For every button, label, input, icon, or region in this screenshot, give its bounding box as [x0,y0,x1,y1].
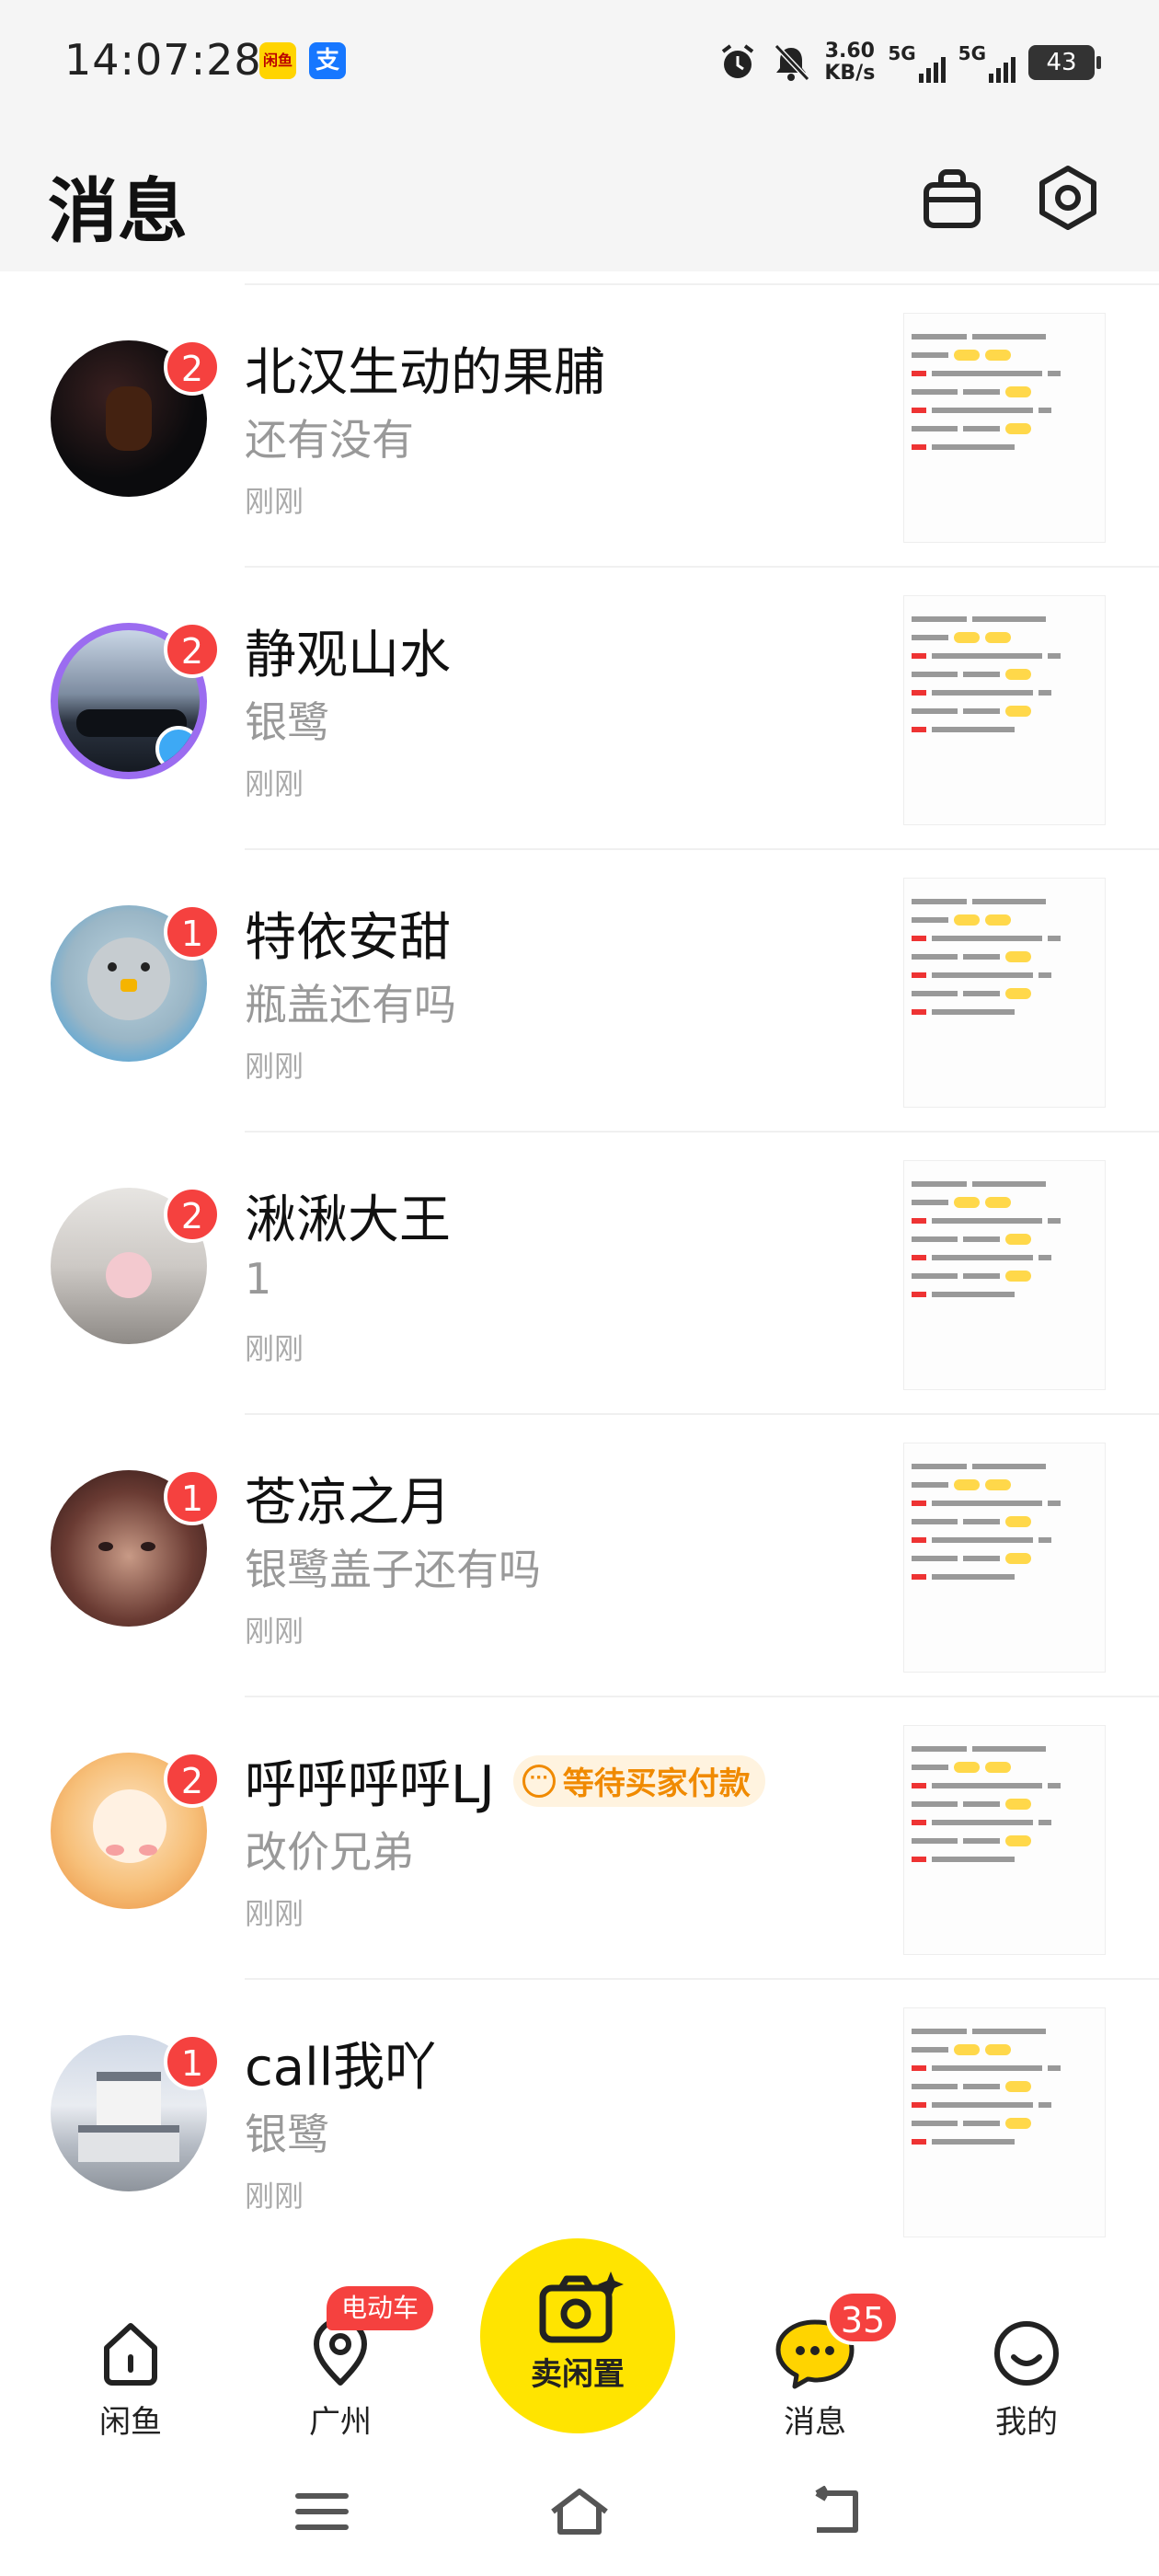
status-tag-label: 等待买家付款 [562,1765,751,1802]
settings-icon[interactable] [1027,156,1109,239]
page-header: 消息 [0,138,1159,271]
bottom-nav: 闲鱼 广州 电动车 卖闲置 消息 35 我的 [0,2238,1159,2452]
conversation-row[interactable]: 1 特依安甜 瓶盖还有吗 刚刚 [0,850,1159,1133]
alarm-icon [722,44,754,78]
message-time: 刚刚 [245,1331,304,1366]
last-message: 改价兄弟 [245,1827,414,1877]
last-message: 银鹭 [245,697,329,747]
menu-icon[interactable] [285,2479,359,2544]
contact-name: 北汉生动的果脯 [245,343,605,403]
back-icon[interactable] [800,2479,874,2544]
conversation-row[interactable]: 2 呼呼呼呼LJ ··· 等待买家付款 改价兄弟 刚刚 [0,1697,1159,1980]
system-nav-bar [0,2452,1159,2576]
more-dots-icon: ··· [522,1764,556,1798]
message-time: 刚刚 [245,2179,304,2214]
status-bar: 14:07:28 闲鱼 支 3.60 KB/s 5G 5G 43 [0,0,1159,138]
contact-name: 苍凉之月 [245,1473,451,1533]
last-message: 瓶盖还有吗 [245,980,456,1029]
nav-city[interactable]: 广州 [276,2312,405,2442]
nav-city-label: 广州 [309,2404,372,2441]
home-icon [89,2312,172,2395]
message-time: 刚刚 [245,1896,304,1931]
network-speed: 3.60 KB/s [824,40,876,85]
message-time: 刚刚 [245,1049,304,1084]
nav-home-label: 闲鱼 [99,2404,162,2441]
camera-icon [480,2238,675,2352]
status-tag: ··· 等待买家付款 [512,1754,765,1807]
item-thumbnail[interactable] [903,1160,1106,1390]
message-time: 刚刚 [245,1614,304,1649]
conversation-row[interactable]: 2 湫湫大王 1 刚刚 [0,1133,1159,1415]
ev-promo-badge: 电动车 [327,2286,434,2330]
last-message: 银鹭盖子还有吗 [245,1545,541,1594]
item-thumbnail[interactable] [903,2007,1106,2237]
xianyu-app-icon: 闲鱼 [259,42,296,79]
item-thumbnail[interactable] [903,1443,1106,1673]
last-message: 1 [245,1254,272,1304]
item-thumbnail[interactable] [903,595,1106,825]
unread-badge: 2 [164,621,221,678]
clock: 14:07:28 [64,35,262,85]
contact-name: 湫湫大王 [245,1190,451,1250]
contact-name: 呼呼呼呼LJ ··· 等待买家付款 [245,1743,765,1818]
contact-name: 特依安甜 [245,908,451,968]
unread-badge: 2 [164,1186,221,1243]
home-nav-icon[interactable] [543,2479,616,2544]
conversation-row[interactable]: 2 北汉生动的果脯 还有没有 刚刚 [0,285,1159,568]
status-icons: 3.60 KB/s 5G 5G 43 [717,37,1101,88]
unread-badge: 2 [164,1751,221,1808]
nav-me[interactable]: 我的 [962,2312,1091,2442]
contact-name: 静观山水 [245,626,451,685]
unread-badge: 1 [164,1468,221,1525]
message-time: 刚刚 [245,484,304,519]
sell-button[interactable]: 卖闲置 [480,2238,675,2433]
mute-icon [775,43,810,82]
item-thumbnail[interactable] [903,313,1106,543]
conversation-row[interactable]: 1 call我吖 银鹭 刚刚 [0,1980,1159,2262]
conversation-row[interactable]: 2 静观山水 银鹭 刚刚 [0,568,1159,850]
message-time: 刚刚 [245,766,304,801]
item-thumbnail[interactable] [903,878,1106,1108]
item-thumbnail[interactable] [903,1725,1106,1955]
nav-messages-label: 消息 [784,2404,846,2441]
alipay-icon: 支 [309,42,346,79]
sell-button-label: 卖闲置 [531,2356,625,2393]
contact-name-text: 呼呼呼呼LJ [245,1755,495,1815]
bag-icon[interactable] [911,156,993,239]
nav-home[interactable]: 闲鱼 [66,2312,195,2442]
smile-icon [985,2312,1068,2395]
battery-icon: 43 [1028,45,1101,80]
conversation-row[interactable]: 1 苍凉之月 银鹭盖子还有吗 刚刚 [0,1415,1159,1697]
signal-sim1: 5G [888,42,946,83]
contact-name: call我吖 [245,2038,437,2098]
messages-count-badge: 35 [826,2290,900,2345]
conversation-list: 2 北汉生动的果脯 还有没有 刚刚 2 静观山水 银鹭 刚刚 1 特依安甜 瓶盖… [0,271,1159,2268]
signal-sim2: 5G [958,42,1016,83]
unread-badge: 2 [164,339,221,396]
unread-badge: 1 [164,903,221,960]
last-message: 还有没有 [245,415,414,465]
unread-badge: 1 [164,2033,221,2090]
last-message: 银鹭 [245,2110,329,2159]
page-title: 消息 [48,170,188,252]
nav-me-label: 我的 [995,2404,1058,2441]
